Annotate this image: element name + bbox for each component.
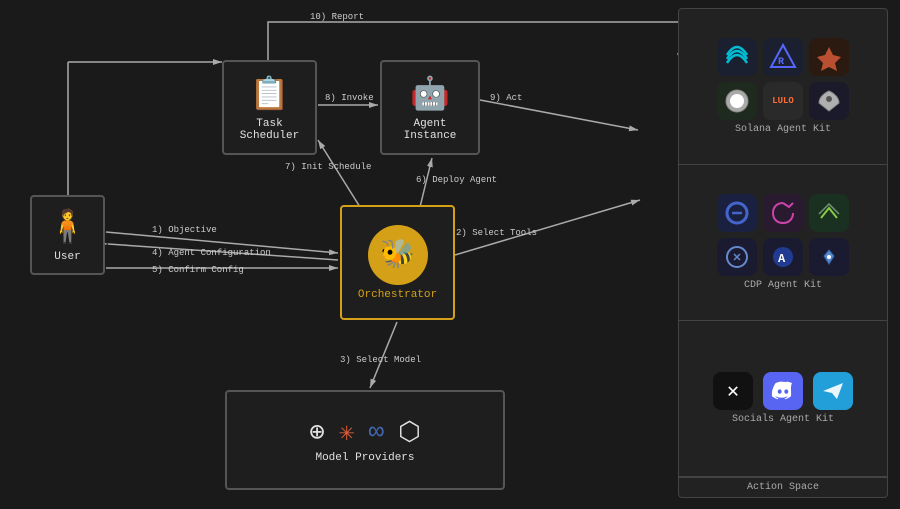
model-providers-box: ⊕ ✳ ∞ ⬡ Model Providers (225, 390, 505, 490)
solana-icon-2: R (763, 38, 803, 76)
cdp-icon-3 (809, 194, 849, 232)
orchestrator-label: Orchestrator (358, 289, 437, 301)
cdp-icon-grid: A (717, 194, 849, 276)
svg-text:R: R (778, 57, 784, 68)
solana-label: Solana Agent Kit (735, 124, 831, 135)
agent-instance-box: 🤖 AgentInstance (380, 60, 480, 155)
user-icon: 🧍 (48, 207, 88, 247)
socials-label: Socials Agent Kit (732, 414, 834, 425)
task-icon: 📋 (250, 74, 290, 114)
arrow-5-label: 5) Confirm Config (152, 265, 244, 275)
solana-icon-3 (809, 38, 849, 76)
cdp-icon-4 (717, 238, 757, 276)
arrow-1-label: 1) Objective (152, 225, 217, 235)
solana-panel: R LULO Solana Agent Kit (679, 9, 887, 165)
cdp-icon-5: A (763, 238, 803, 276)
solana-icon-5: LULO (763, 82, 803, 120)
arrow-6-label: 6) Deploy Agent (416, 175, 497, 185)
solana-icon-4 (717, 82, 757, 120)
action-space-panel: R LULO Solana Agent Kit (678, 8, 888, 498)
action-space-footer: Action Space (679, 477, 887, 497)
cdp-icon-1 (717, 194, 757, 232)
agent-icon: 🤖 (410, 74, 450, 114)
user-label: User (54, 251, 80, 263)
other-icon: ⬡ (398, 417, 421, 448)
svg-text:A: A (778, 252, 786, 266)
bee-icon: 🐝 (368, 225, 428, 285)
task-scheduler-box: 📋 TaskScheduler (222, 60, 317, 155)
twitter-icon: ✕ (713, 372, 753, 410)
model-icons: ⊕ ✳ ∞ ⬡ (309, 417, 421, 448)
model-providers-label: Model Providers (315, 452, 414, 464)
arrow-4-label: 4) Agent Configuration (152, 248, 271, 258)
task-label: TaskScheduler (240, 118, 299, 142)
arrow-10-label: 10) Report (310, 12, 364, 22)
openai-icon: ⊕ (309, 417, 325, 448)
anthropic-icon: ✳ (339, 417, 355, 448)
cdp-icon-6 (809, 238, 849, 276)
arrow-9-label: 9) Act (490, 93, 522, 103)
discord-icon (763, 372, 803, 410)
user-box: 🧍 User (30, 195, 105, 275)
arrow-8-label: 8) Invoke (325, 93, 374, 103)
cdp-icon-2 (763, 194, 803, 232)
orchestrator-box: 🐝 Orchestrator (340, 205, 455, 320)
agent-label: AgentInstance (404, 118, 457, 142)
arrow-7-label: 7) Init Schedule (285, 162, 371, 172)
meta-icon: ∞ (369, 417, 385, 447)
solana-icon-grid: R LULO (717, 38, 849, 120)
arrow-2-label: 2) Select Tools (456, 228, 537, 238)
socials-icon-row: ✕ (713, 372, 853, 410)
diagram-container: 🧍 User 📋 TaskScheduler 🤖 AgentInstance 🐝… (0, 0, 900, 509)
solana-icon-1 (717, 38, 757, 76)
cdp-panel: A CDP Agent Kit (679, 165, 887, 321)
telegram-icon (813, 372, 853, 410)
arrow-3-label: 3) Select Model (340, 355, 421, 365)
cdp-label: CDP Agent Kit (744, 280, 822, 291)
socials-panel: ✕ Socials Agent Kit (679, 321, 887, 477)
solana-icon-6 (809, 82, 849, 120)
